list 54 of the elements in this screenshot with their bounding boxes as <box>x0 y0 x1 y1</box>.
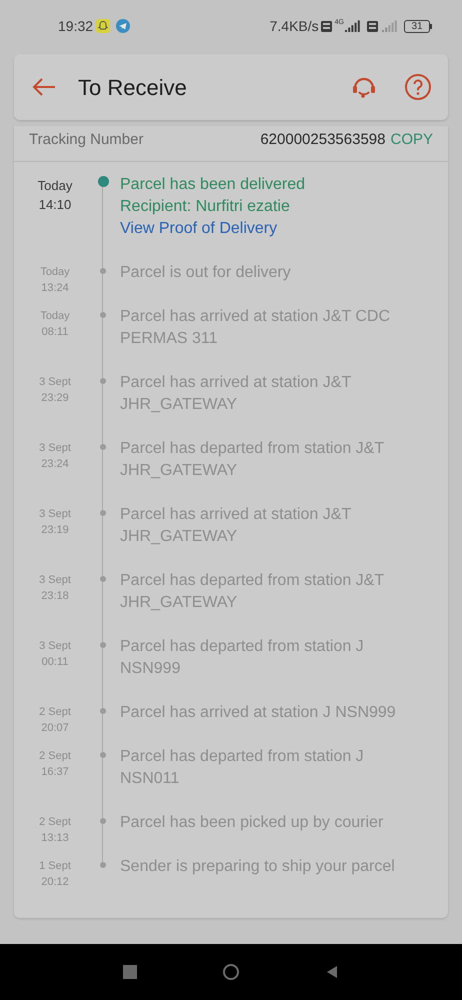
event-time: 13:24 <box>41 281 69 296</box>
page-title: To Receive <box>78 74 188 102</box>
battery-icon: 31 <box>404 20 432 32</box>
event-time: 20:07 <box>41 721 69 736</box>
signal-icon <box>382 20 398 32</box>
tracking-number: 620000253563598 <box>260 130 386 150</box>
ghost-icon <box>96 19 110 33</box>
home-icon[interactable] <box>223 964 239 980</box>
event-description: Parcel has arrived at station J&T JHR_GATEWAY <box>120 373 352 415</box>
event-date: 2 Sept <box>39 749 71 764</box>
back-icon[interactable] <box>325 965 339 979</box>
event-date: Today <box>38 177 72 195</box>
network-speed: 7.4KB/s <box>270 16 319 36</box>
event-description: Sender is preparing to ship your parcel <box>120 857 396 877</box>
event-description: Parcel has arrived at station J&T JHR_GATEWAY <box>120 505 352 547</box>
event-date: 3 Sept <box>39 573 71 588</box>
event-time: 08:11 <box>42 325 68 340</box>
event-description: Parcel has departed from station J&T JHR_GATEWAY <box>120 571 385 613</box>
event-date: Today <box>40 265 70 280</box>
event-time: 14:10 <box>38 196 72 214</box>
volte-icon <box>367 20 378 32</box>
event-time: 23:18 <box>41 589 69 604</box>
event-time: 23:24 <box>41 457 69 472</box>
event-date: 2 Sept <box>39 815 71 830</box>
event-date: 3 Sept <box>39 507 71 522</box>
event-date: 3 Sept <box>39 639 71 654</box>
signal-icon <box>345 20 361 32</box>
event-description: Parcel has been delivered <box>120 175 306 195</box>
event-date: 1 Sept <box>39 859 71 874</box>
event-description: Parcel has departed from station J NSN011 <box>120 747 365 789</box>
volte-icon <box>320 20 332 32</box>
event-description: Parcel has departed from station J&T JHR_GATEWAY <box>120 439 385 481</box>
event-time: 20:12 <box>41 875 69 890</box>
event-date: 3 Sept <box>39 375 71 390</box>
clock: 19:32 <box>58 16 94 36</box>
proof-of-delivery-link[interactable]: View Proof of Delivery <box>120 218 278 240</box>
event-date: 3 Sept <box>39 441 71 456</box>
event-description: Parcel has arrived at station J&T CDC PERMAS 311 <box>120 307 392 349</box>
help-icon[interactable] <box>404 73 432 101</box>
event-time: 23:19 <box>41 523 69 538</box>
event-time: 16:37 <box>41 765 69 780</box>
event-date: Today <box>40 309 70 324</box>
copy-button[interactable]: COPY <box>390 129 433 152</box>
event-time: 13:13 <box>41 831 69 846</box>
event-description: Parcel is out for delivery <box>120 263 292 283</box>
event-description: Parcel has departed from station J NSN999 <box>120 637 365 679</box>
event-date: 2 Sept <box>39 705 71 720</box>
telegram-icon <box>116 19 130 33</box>
event-description: Parcel has been picked up by courier <box>120 813 384 833</box>
event-time: 23:29 <box>41 391 69 406</box>
event-description: Recipient: Nurfitri ezatie <box>120 197 291 217</box>
event-description: Parcel has arrived at station J NSN999 <box>120 703 397 723</box>
event-time: 00:11 <box>42 655 68 670</box>
tracking-label: Tracking Number <box>29 130 144 150</box>
